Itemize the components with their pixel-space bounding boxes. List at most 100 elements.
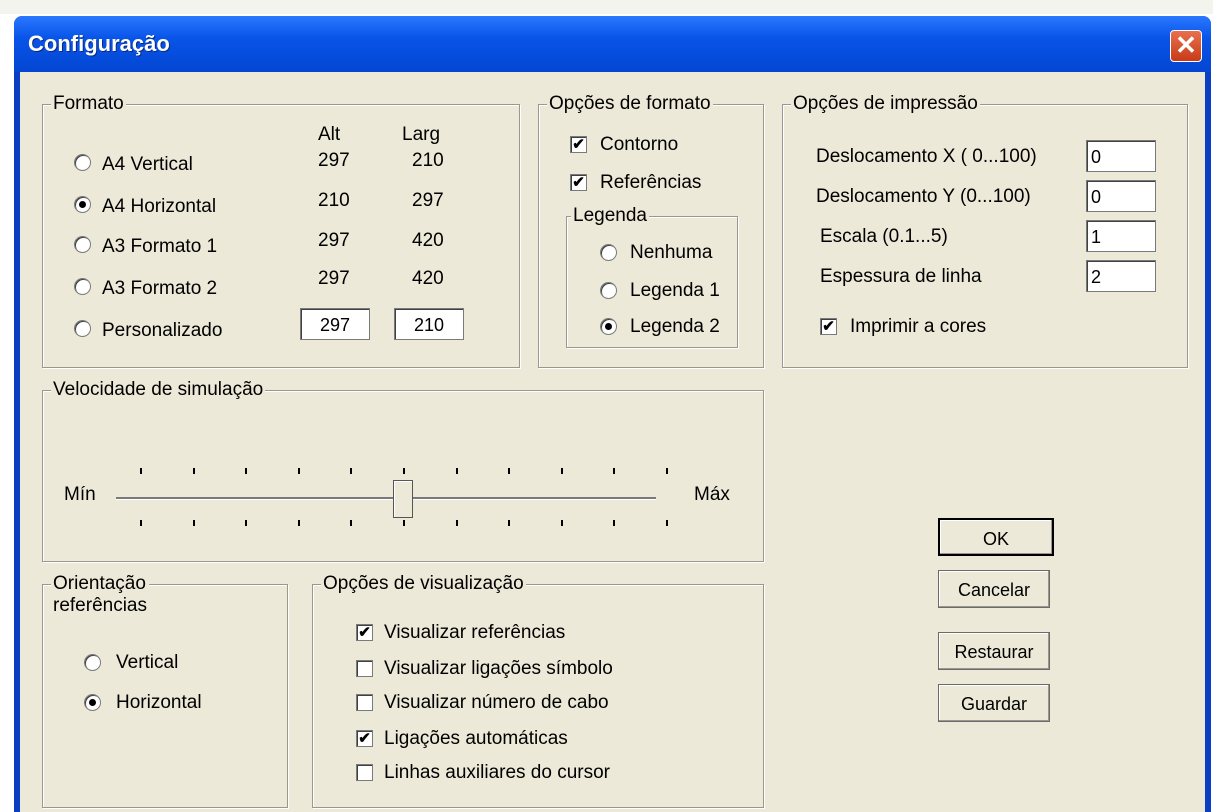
slider-track[interactable] <box>116 497 656 500</box>
a3-formato-2-label[interactable]: A3 Formato 2 <box>102 278 217 300</box>
radio-a3-formato-1[interactable] <box>74 236 91 253</box>
guardar-button[interactable]: Guardar <box>938 684 1050 722</box>
custom-larg-input[interactable]: 210 <box>394 308 464 340</box>
slider-tick <box>508 520 511 526</box>
visualizar-numero-cabo-checkbox[interactable] <box>356 694 373 711</box>
slider-tick <box>403 520 405 526</box>
slider-tick <box>245 520 248 526</box>
desloc-y-input[interactable]: 0 <box>1086 180 1156 212</box>
slider-tick <box>403 468 405 474</box>
vertical-label[interactable]: Vertical <box>116 652 178 674</box>
referencias-checkbox[interactable]: ✔ <box>570 174 587 191</box>
slider-tick <box>666 468 668 474</box>
referencias-label[interactable]: Referências <box>600 172 701 194</box>
slider-tick <box>666 520 668 526</box>
escala-input[interactable]: 1 <box>1086 220 1156 252</box>
slider-tick <box>455 468 458 474</box>
visualizar-numero-cabo-label[interactable]: Visualizar número de cabo <box>384 692 609 714</box>
dialog-title: Configuração <box>28 31 170 56</box>
slider-tick <box>192 520 195 526</box>
slider-tick <box>350 468 353 474</box>
slider-max-label: Máx <box>694 484 730 505</box>
velocidade-group-label: Velocidade de simulação <box>51 379 266 401</box>
a4-vertical-label[interactable]: A4 Vertical <box>102 154 193 176</box>
slider-tick <box>140 520 142 526</box>
title-bar: Configuração ✕ <box>14 16 1211 72</box>
desloc-x-label: Deslocamento X ( 0...100) <box>816 146 1037 167</box>
close-icon[interactable]: ✕ <box>1175 30 1197 60</box>
a3-formato-1-larg: 420 <box>412 230 444 251</box>
orientacao-group-label: Orientação referências <box>51 573 149 617</box>
ligacoes-automaticas-label[interactable]: Ligações automáticas <box>384 728 568 750</box>
escala-label: Escala (0.1...5) <box>820 226 948 247</box>
a3-formato-1-alt: 297 <box>318 230 350 251</box>
radio-legenda-1[interactable] <box>600 282 617 299</box>
a3-formato-2-larg: 420 <box>412 268 444 289</box>
opcoes-formato-group-label: Opções de formato <box>547 93 713 115</box>
orientacao-label-line1: Orientação <box>53 573 146 594</box>
radio-a4-horizontal[interactable] <box>74 196 91 213</box>
espessura-label: Espessura de linha <box>820 266 982 287</box>
slider-tick <box>297 468 300 474</box>
a4-vertical-larg: 210 <box>412 150 444 171</box>
slider-tick <box>613 468 616 474</box>
slider-tick <box>613 520 616 526</box>
legenda-2-label[interactable]: Legenda 2 <box>630 316 720 338</box>
a3-formato-1-label[interactable]: A3 Formato 1 <box>102 236 217 258</box>
visualizar-referencias-checkbox[interactable]: ✔ <box>356 624 373 641</box>
radio-vertical[interactable] <box>84 654 101 671</box>
desloc-y-label: Deslocamento Y (0...100) <box>816 186 1031 207</box>
slider-tick <box>560 468 563 474</box>
legenda-group-label: Legenda <box>571 205 649 227</box>
opcoes-impressao-group-label: Opções de impressão <box>791 93 980 115</box>
visualizacao-group-label: Opções de visualização <box>321 573 526 595</box>
slider-tick <box>297 520 300 526</box>
nenhuma-label[interactable]: Nenhuma <box>630 242 712 264</box>
personalizado-label[interactable]: Personalizado <box>102 320 222 342</box>
slider-min-label: Mín <box>64 484 96 505</box>
desloc-x-input[interactable]: 0 <box>1086 140 1156 172</box>
linhas-auxiliares-checkbox[interactable] <box>356 764 373 781</box>
dialog-body: Formato Alt Larg A4 Vertical 297 210 A4 … <box>20 72 1205 812</box>
a4-vertical-alt: 297 <box>318 150 350 171</box>
slider-tick <box>508 468 511 474</box>
radio-a3-formato-2[interactable] <box>74 278 91 295</box>
radio-legenda-2[interactable] <box>600 318 617 335</box>
custom-alt-input[interactable]: 297 <box>300 308 370 340</box>
legenda-1-label[interactable]: Legenda 1 <box>630 280 720 302</box>
radio-nenhuma[interactable] <box>600 244 617 261</box>
formato-group-label: Formato <box>51 93 126 115</box>
horizontal-label[interactable]: Horizontal <box>116 692 202 714</box>
a4-horizontal-label[interactable]: A4 Horizontal <box>102 196 216 218</box>
contorno-label[interactable]: Contorno <box>600 134 678 156</box>
slider-tick <box>140 468 142 474</box>
visualizar-ligacoes-simbolo-label[interactable]: Visualizar ligações símbolo <box>384 658 613 680</box>
config-dialog: Configuração ✕ Formato Alt Larg A4 Verti… <box>14 16 1211 812</box>
visualizar-ligacoes-simbolo-checkbox[interactable] <box>356 660 373 677</box>
linhas-auxiliares-label[interactable]: Linhas auxiliares do cursor <box>384 762 610 784</box>
a3-formato-2-alt: 297 <box>318 268 350 289</box>
espessura-input[interactable]: 2 <box>1086 260 1156 292</box>
ok-button[interactable]: OK <box>938 518 1054 556</box>
imprimir-cores-label[interactable]: Imprimir a cores <box>850 316 986 338</box>
radio-a4-vertical[interactable] <box>74 154 91 171</box>
restaurar-button[interactable]: Restaurar <box>938 632 1050 670</box>
slider-thumb[interactable] <box>393 480 413 518</box>
ligacoes-automaticas-checkbox[interactable]: ✔ <box>356 730 373 747</box>
radio-horizontal[interactable] <box>84 694 101 711</box>
visualizar-referencias-label[interactable]: Visualizar referências <box>384 622 565 644</box>
slider-tick <box>192 468 195 474</box>
contorno-checkbox[interactable]: ✔ <box>570 136 587 153</box>
alt-column-header: Alt <box>318 124 341 145</box>
a4-horizontal-larg: 297 <box>412 190 444 211</box>
slider-tick <box>350 520 353 526</box>
slider-tick <box>245 468 248 474</box>
velocidade-group: Velocidade de simulação <box>42 379 764 562</box>
background-window-strip <box>0 0 1213 14</box>
larg-column-header: Larg <box>402 124 441 145</box>
cancelar-button[interactable]: Cancelar <box>938 570 1050 608</box>
slider-tick <box>560 520 563 526</box>
close-button[interactable]: ✕ <box>1170 30 1202 62</box>
radio-personalizado[interactable] <box>74 320 91 337</box>
imprimir-cores-checkbox[interactable]: ✔ <box>820 318 837 335</box>
